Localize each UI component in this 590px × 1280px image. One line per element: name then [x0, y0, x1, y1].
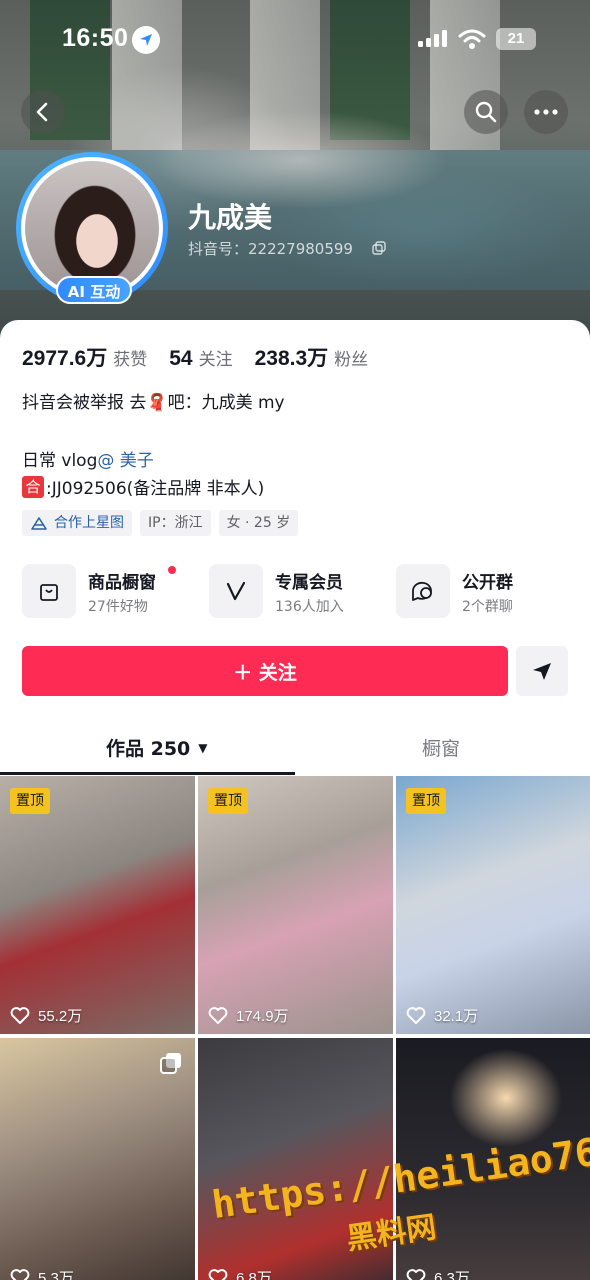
wifi-icon [458, 28, 486, 54]
video-thumbnail[interactable]: 5.3万 [0, 1038, 195, 1280]
status-time: 16:50 [62, 24, 129, 52]
service-entries: 商品橱窗 27件好物 专属会员 136人加入 公开群 2个群聊 [22, 564, 568, 620]
heart-icon [406, 1268, 426, 1280]
heart-icon [10, 1006, 30, 1024]
service-subtitle: 136人加入 [275, 599, 344, 615]
heart-icon [406, 1006, 426, 1024]
following-count[interactable]: 54 [169, 347, 192, 371]
bio-text: :JJ092506(备注品牌 非本人) [46, 479, 265, 499]
multi-image-icon [160, 1053, 181, 1074]
bio-line-3: 合 :JJ092506(备注品牌 非本人) [22, 474, 264, 499]
service-subtitle: 27件好物 [88, 599, 148, 615]
video-thumbnail[interactable]: 置顶 55.2万 [0, 776, 195, 1034]
follow-button[interactable]: ＋ 关注 [22, 646, 508, 696]
bag-icon [22, 564, 76, 618]
notification-dot [168, 566, 176, 574]
tab-works[interactable]: 作品 250 ▼ [106, 734, 208, 761]
active-tab-indicator [0, 772, 295, 775]
share-button[interactable] [516, 646, 568, 696]
status-bar: 16:50 21 [0, 22, 590, 58]
likes-count-label: 6.8万 [236, 1270, 272, 1280]
back-button[interactable] [21, 90, 65, 134]
tab-works-label: 作品 250 [106, 738, 191, 760]
cooperation-icon: 合 [22, 475, 44, 498]
star-map-icon [31, 517, 47, 530]
service-subtitle: 2个群聊 [462, 599, 513, 615]
gender-age-tag: 女 · 25 岁 [218, 510, 299, 536]
video-likes: 6.8万 [208, 1267, 272, 1280]
bio-text: 日常 vlog [22, 451, 98, 471]
battery-indicator: 21 [496, 28, 536, 50]
shop-window-entry[interactable]: 商品橱窗 27件好物 [22, 564, 202, 620]
profile-nickname: 九成美 [188, 201, 273, 234]
service-title: 专属会员 [275, 573, 343, 593]
v-icon [209, 564, 263, 618]
likes-count: 2977.6万 [22, 347, 108, 370]
service-title: 商品橱窗 [88, 573, 156, 593]
public-group-entry[interactable]: 公开群 2个群聊 [396, 564, 576, 620]
bio-line-1: 抖音会被举报 去🧣吧：九成美 my [22, 393, 285, 413]
heart-icon [10, 1268, 30, 1280]
video-likes: 55.2万 [10, 1005, 82, 1026]
video-likes: 32.1万 [406, 1005, 478, 1026]
membership-entry[interactable]: 专属会员 136人加入 [209, 564, 389, 620]
likes-count-label: 55.2万 [38, 1008, 83, 1025]
heart-icon [208, 1268, 228, 1280]
bio-mention-link[interactable]: @ 美子 [97, 451, 153, 471]
copy-icon[interactable] [372, 240, 386, 259]
cellular-signal-icon [418, 30, 450, 52]
likes-count-label: 6.3万 [434, 1270, 470, 1280]
more-options-button[interactable] [524, 90, 568, 134]
profile-stats: 2977.6万 获赞 54 关注 238.3万 粉丝 [22, 342, 390, 372]
following-label[interactable]: 关注 [199, 345, 233, 370]
caret-down-icon: ▼ [198, 740, 208, 755]
video-likes: 6.3万 [406, 1267, 470, 1280]
service-title: 公开群 [462, 573, 513, 593]
followers-label[interactable]: 粉丝 [334, 345, 368, 370]
likes-count-label: 32.1万 [434, 1008, 479, 1025]
location-arrow-icon [132, 26, 160, 54]
video-likes: 5.3万 [10, 1267, 74, 1280]
likes-count-label: 5.3万 [38, 1270, 74, 1280]
heart-icon [208, 1006, 228, 1024]
chat-icon [396, 564, 450, 618]
more-dots-icon [534, 109, 558, 115]
pinned-badge: 置顶 [208, 788, 248, 814]
likes-count-label: 174.9万 [236, 1008, 289, 1025]
pinned-badge: 置顶 [406, 788, 446, 814]
search-button[interactable] [464, 90, 508, 134]
douyin-id: 抖音号：22227980599 [188, 240, 353, 258]
bio-line-2: 日常 vlog@ 美子 [22, 446, 154, 471]
chevron-left-icon [36, 102, 48, 122]
pinned-badge: 置顶 [10, 788, 50, 814]
video-thumbnail[interactable]: 置顶 174.9万 [198, 776, 393, 1034]
tab-shop-window[interactable]: 橱窗 [422, 734, 460, 761]
likes-label: 获赞 [113, 350, 148, 369]
send-icon [533, 663, 551, 680]
search-icon [475, 101, 497, 123]
profile-tabs: 作品 250 ▼ 橱窗 [0, 720, 590, 776]
profile-tags: 合作上星图 IP：浙江 女 · 25 岁 [22, 510, 299, 536]
video-likes: 174.9万 [208, 1005, 289, 1026]
star-map-label: 合作上星图 [54, 515, 124, 531]
ip-tag: IP：浙江 [140, 510, 211, 536]
followers-count[interactable]: 238.3万 [255, 342, 329, 372]
ai-interaction-badge[interactable]: AI 互动 [56, 276, 132, 304]
video-thumbnail[interactable]: 置顶 32.1万 [396, 776, 590, 1034]
star-map-tag[interactable]: 合作上星图 [22, 510, 132, 536]
